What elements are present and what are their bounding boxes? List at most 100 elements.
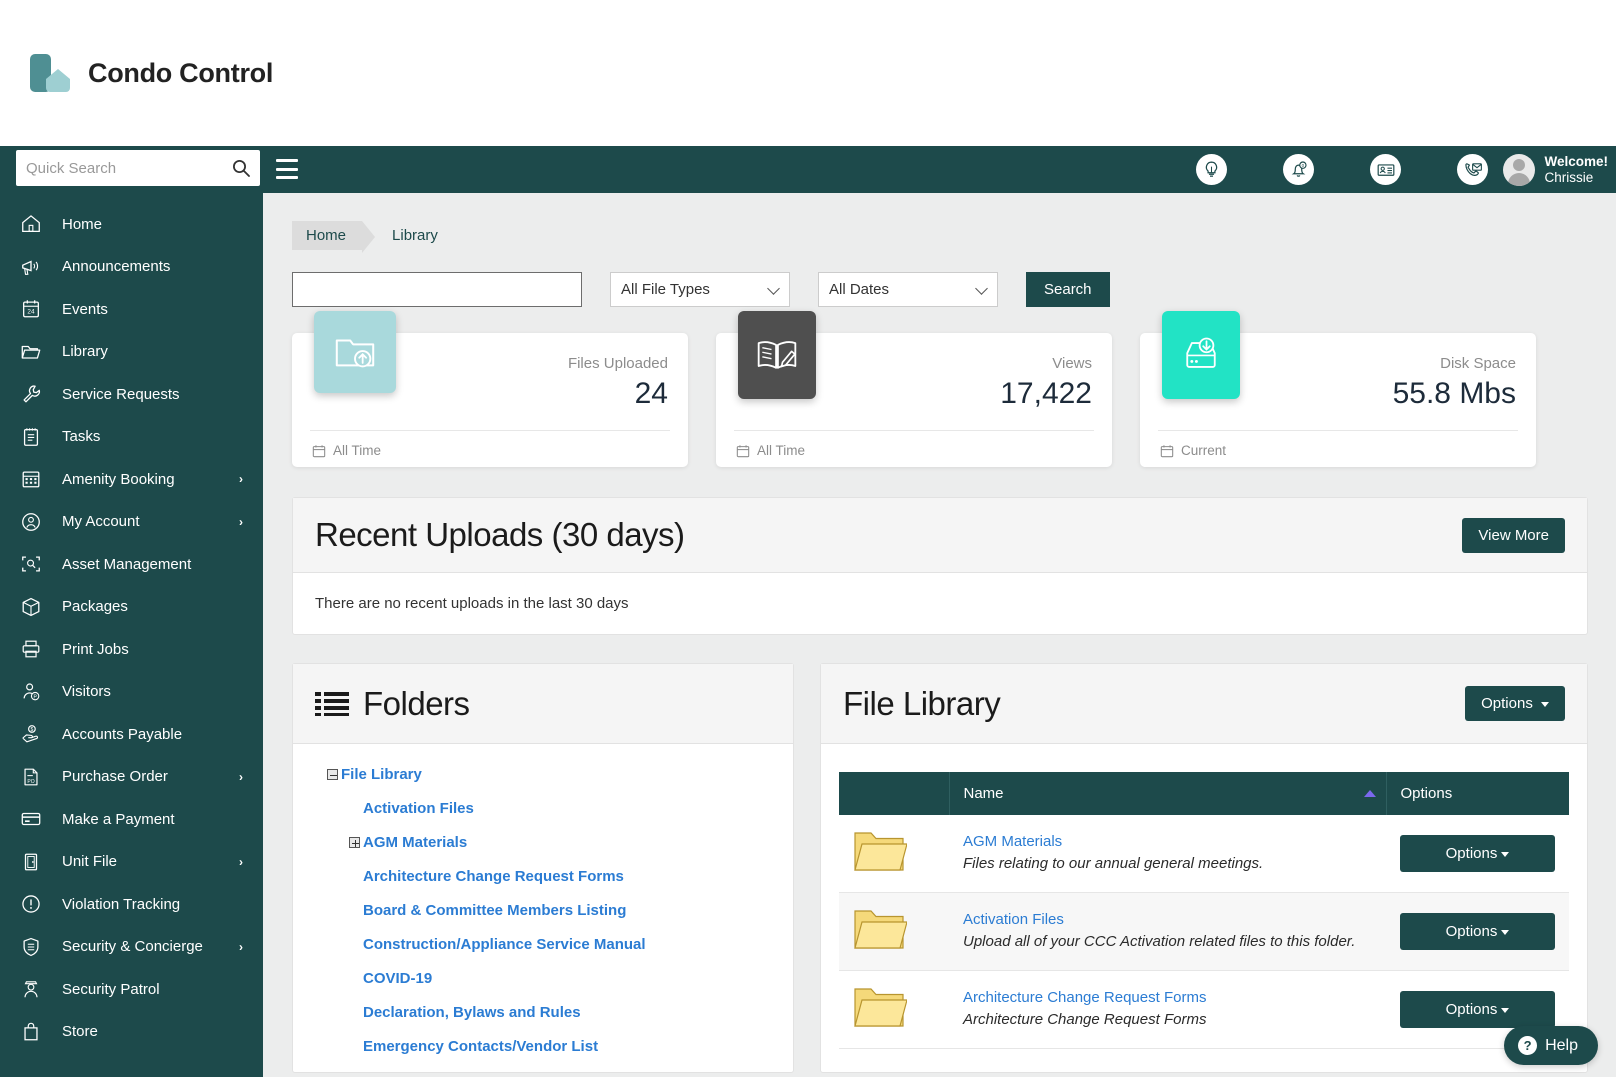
column-name[interactable]: Name — [949, 772, 1387, 815]
help-widget-button[interactable]: ? Help — [1504, 1026, 1598, 1065]
sort-ascending-icon[interactable] — [1363, 790, 1376, 797]
tree-node[interactable]: Emergency Contacts/Vendor List — [327, 1038, 793, 1055]
folder-link[interactable]: Emergency Contacts/Vendor List — [363, 1038, 598, 1055]
sidebar-item-purchase-order[interactable]: PO Purchase Order › — [0, 756, 263, 799]
tree-node[interactable]: COVID-19 — [327, 970, 793, 987]
lightbulb-icon[interactable] — [1196, 154, 1227, 185]
tree-node[interactable]: Board & Committee Members Listing — [327, 902, 793, 919]
condo-logo-icon — [30, 52, 72, 94]
tree-node[interactable]: Activation Files — [327, 800, 793, 817]
sidebar-item-violation-tracking[interactable]: Violation Tracking — [0, 883, 263, 926]
sidebar-item-asset-management[interactable]: Asset Management — [0, 543, 263, 586]
filter-bar: All File Types All Dates Search — [263, 250, 1616, 307]
keyword-search-input[interactable] — [292, 272, 582, 307]
sidebar-item-announcements[interactable]: Announcements — [0, 246, 263, 289]
sidebar-item-label: Security & Concierge — [62, 938, 203, 956]
chevron-right-icon: › — [239, 472, 243, 487]
tree-node[interactable]: Declaration, Bylaws and Rules — [327, 1004, 793, 1021]
sidebar-item-library[interactable]: Library — [0, 331, 263, 374]
contact-card-icon[interactable] — [1370, 154, 1401, 185]
sidebar-item-label: Make a Payment — [62, 810, 175, 828]
table-row[interactable]: AGM Materials Files relating to our annu… — [839, 815, 1569, 893]
row-options-button[interactable]: Options — [1400, 835, 1555, 872]
bell-notification-icon[interactable]: 0 — [1283, 154, 1314, 185]
sidebar-item-security-concierge[interactable]: Security & Concierge › — [0, 926, 263, 969]
folder-link[interactable]: Board & Committee Members Listing — [363, 902, 626, 919]
file-name-link[interactable]: Activation Files — [963, 911, 1372, 928]
file-name-link[interactable]: Architecture Change Request Forms — [963, 989, 1372, 1006]
recent-uploads-header: Recent Uploads (30 days) View More — [293, 498, 1587, 573]
file-type-select[interactable]: All File Types — [610, 272, 790, 307]
sidebar-item-accounts-payable[interactable]: $ Accounts Payable — [0, 713, 263, 756]
po-document-icon: PO — [20, 766, 50, 788]
svg-text:PO: PO — [27, 779, 34, 785]
sidebar-item-tasks[interactable]: Tasks — [0, 416, 263, 459]
folder-link[interactable]: AGM Materials — [363, 834, 467, 851]
sidebar-item-security-patrol[interactable]: Security Patrol — [0, 968, 263, 1011]
sidebar-item-my-account[interactable]: My Account › — [0, 501, 263, 544]
expand-toggle-icon[interactable] — [349, 837, 360, 848]
search-input[interactable] — [26, 159, 232, 177]
phone-envelope-icon[interactable] — [1457, 154, 1488, 185]
folder-link[interactable]: Declaration, Bylaws and Rules — [363, 1004, 581, 1021]
sidebar-item-print-jobs[interactable]: Print Jobs — [0, 628, 263, 671]
date-range-select[interactable]: All Dates — [818, 272, 998, 307]
tree-node[interactable]: Construction/Appliance Service Manual — [327, 936, 793, 953]
stat-footer: All Time — [312, 443, 381, 458]
welcome-text: Welcome! Chrissie — [1544, 154, 1608, 186]
stat-label: Disk Space — [1440, 355, 1516, 372]
stat-footer-label: All Time — [757, 443, 806, 458]
folder-icon — [20, 341, 50, 363]
sidebar-item-make-a-payment[interactable]: Make a Payment — [0, 798, 263, 841]
folder-link[interactable]: File Library — [341, 766, 422, 783]
folder-link[interactable]: COVID-19 — [363, 970, 432, 987]
sidebar-navigation: Home Announcements 24 Events Library Ser… — [0, 193, 263, 1077]
file-library-options-button[interactable]: Options — [1465, 686, 1565, 721]
stat-label: Files Uploaded — [567, 355, 668, 372]
sidebar-item-service-requests[interactable]: Service Requests — [0, 373, 263, 416]
hamburger-menu-icon[interactable] — [276, 159, 298, 179]
row-icon-cell — [839, 892, 949, 971]
table-row[interactable]: Activation Files Upload all of your CCC … — [839, 892, 1569, 971]
column-options: Options — [1386, 772, 1569, 815]
sidebar-item-store[interactable]: Store — [0, 1011, 263, 1054]
file-type-select-wrap: All File Types — [610, 272, 790, 307]
chevron-down-icon — [1501, 851, 1510, 857]
sidebar-item-label: Amenity Booking — [62, 470, 175, 488]
sidebar-item-label: Library — [62, 343, 108, 361]
sidebar-item-visitors[interactable]: P Visitors — [0, 671, 263, 714]
search-button[interactable]: Search — [1026, 272, 1110, 307]
sidebar-item-packages[interactable]: Packages — [0, 586, 263, 629]
folders-panel-header: Folders — [293, 664, 793, 744]
stat-value: 55.8 Mbs — [1392, 377, 1516, 410]
sidebar-item-events[interactable]: 24 Events — [0, 288, 263, 331]
column-icon — [839, 772, 950, 815]
search-icon[interactable] — [232, 159, 250, 177]
folder-link[interactable]: Activation Files — [363, 800, 474, 817]
file-description: Upload all of your CCC Activation relate… — [963, 933, 1356, 950]
row-options-button[interactable]: Options — [1400, 991, 1555, 1028]
file-library-panel: File Library Options Name Options AGM Ma… — [820, 663, 1588, 1073]
question-circle-icon: ? — [1518, 1036, 1538, 1055]
tree-node[interactable]: Architecture Change Request Forms — [327, 868, 793, 885]
home-icon — [20, 213, 50, 235]
quick-search-box[interactable] — [16, 150, 260, 186]
user-menu[interactable]: Welcome! Chrissie — [1503, 146, 1608, 193]
chevron-down-icon — [1501, 1007, 1510, 1013]
sidebar-item-label: Asset Management — [62, 555, 192, 573]
sidebar-item-home[interactable]: Home — [0, 203, 263, 246]
folder-link[interactable]: Architecture Change Request Forms — [363, 868, 624, 885]
row-options-button[interactable]: Options — [1400, 913, 1555, 950]
tree-node[interactable]: File Library — [327, 766, 793, 783]
calendar-icon — [312, 444, 326, 457]
folder-link[interactable]: Construction/Appliance Service Manual — [363, 936, 646, 953]
view-more-button[interactable]: View More — [1462, 517, 1565, 553]
package-box-icon — [20, 596, 50, 618]
sidebar-item-amenity-booking[interactable]: Amenity Booking › — [0, 458, 263, 501]
table-row[interactable]: Architecture Change Request Forms Archit… — [839, 970, 1569, 1049]
collapse-toggle-icon[interactable] — [327, 769, 338, 780]
tree-node[interactable]: AGM Materials — [327, 834, 793, 851]
breadcrumb-home[interactable]: Home — [292, 221, 376, 253]
file-name-link[interactable]: AGM Materials — [963, 833, 1372, 850]
sidebar-item-unit-file[interactable]: Unit File › — [0, 841, 263, 884]
